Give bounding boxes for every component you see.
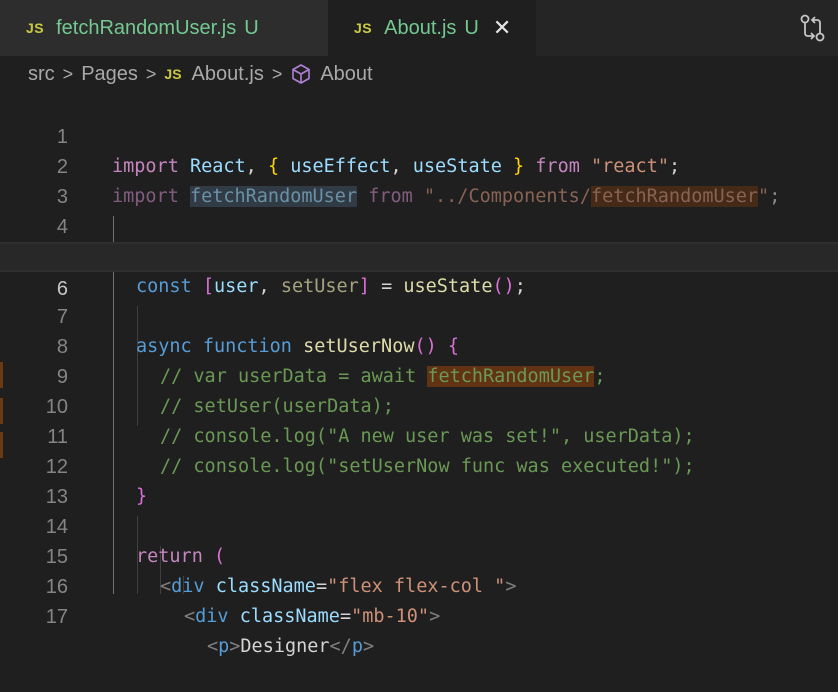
tab-fetchrandomuser[interactable]: JS fetchRandomUser.js U [0, 0, 328, 56]
javascript-file-icon: JS [164, 66, 182, 82]
git-compare-icon[interactable] [800, 14, 826, 42]
javascript-file-icon: JS [354, 20, 373, 36]
breadcrumb-pages[interactable]: Pages [81, 63, 138, 86]
code-line: 14 return ( [0, 482, 838, 567]
code-editor[interactable]: 1 import React, { useEffect, useState } … [0, 92, 838, 657]
code-line: 8 // var userData = await fetchRandomUse… [0, 302, 838, 387]
tab-label: fetchRandomUser.js [56, 16, 237, 39]
code-line: 15 <div className="flex flex-col "> [0, 512, 838, 597]
code-line: 5 const [user, setUser] = useState(); [0, 212, 838, 297]
code-line: 10 // console.log("A new user was set!",… [0, 362, 838, 447]
code-line: 12 } [0, 422, 838, 507]
code-line: 11 // console.log("setUserNow func was e… [0, 392, 838, 477]
javascript-file-icon: JS [26, 20, 45, 36]
line-number: 17 [45, 606, 68, 628]
breadcrumb-separator: > [271, 63, 283, 84]
component-cube-icon [292, 64, 311, 84]
untracked-badge: U [464, 16, 479, 39]
code-line: 4 function About() { [0, 182, 838, 268]
breadcrumb-src[interactable]: src [28, 63, 55, 86]
code-line: 3 [0, 152, 838, 208]
code-line: 17 <p>Designer</p> [0, 572, 838, 657]
tab-about[interactable]: JS About.js U ✕ [328, 0, 536, 56]
code-line: 2 import fetchRandomUser from "../Compon… [0, 122, 838, 207]
untracked-badge: U [244, 16, 259, 39]
code-line: 1 import React, { useEffect, useState } … [0, 92, 838, 177]
code-line: 7 async function setUserNow() { [0, 272, 838, 357]
code-line: 9 // setUser(userData); [0, 332, 838, 417]
breadcrumb-separator: > [62, 63, 74, 84]
code-line: 13 [0, 452, 838, 508]
breadcrumb: src > Pages > JS About.js > About [0, 56, 838, 92]
breadcrumb-symbol[interactable]: About [320, 63, 372, 86]
current-line: 6 [0, 242, 838, 300]
close-icon[interactable]: ✕ [493, 15, 511, 41]
breadcrumb-separator: > [145, 63, 157, 84]
tab-label: About.js [384, 16, 457, 39]
tab-bar: JS fetchRandomUser.js U JS About.js U ✕ [0, 0, 838, 56]
code-line: 16 <div className="mb-10"> [0, 542, 838, 627]
breadcrumb-file[interactable]: About.js [192, 63, 264, 86]
